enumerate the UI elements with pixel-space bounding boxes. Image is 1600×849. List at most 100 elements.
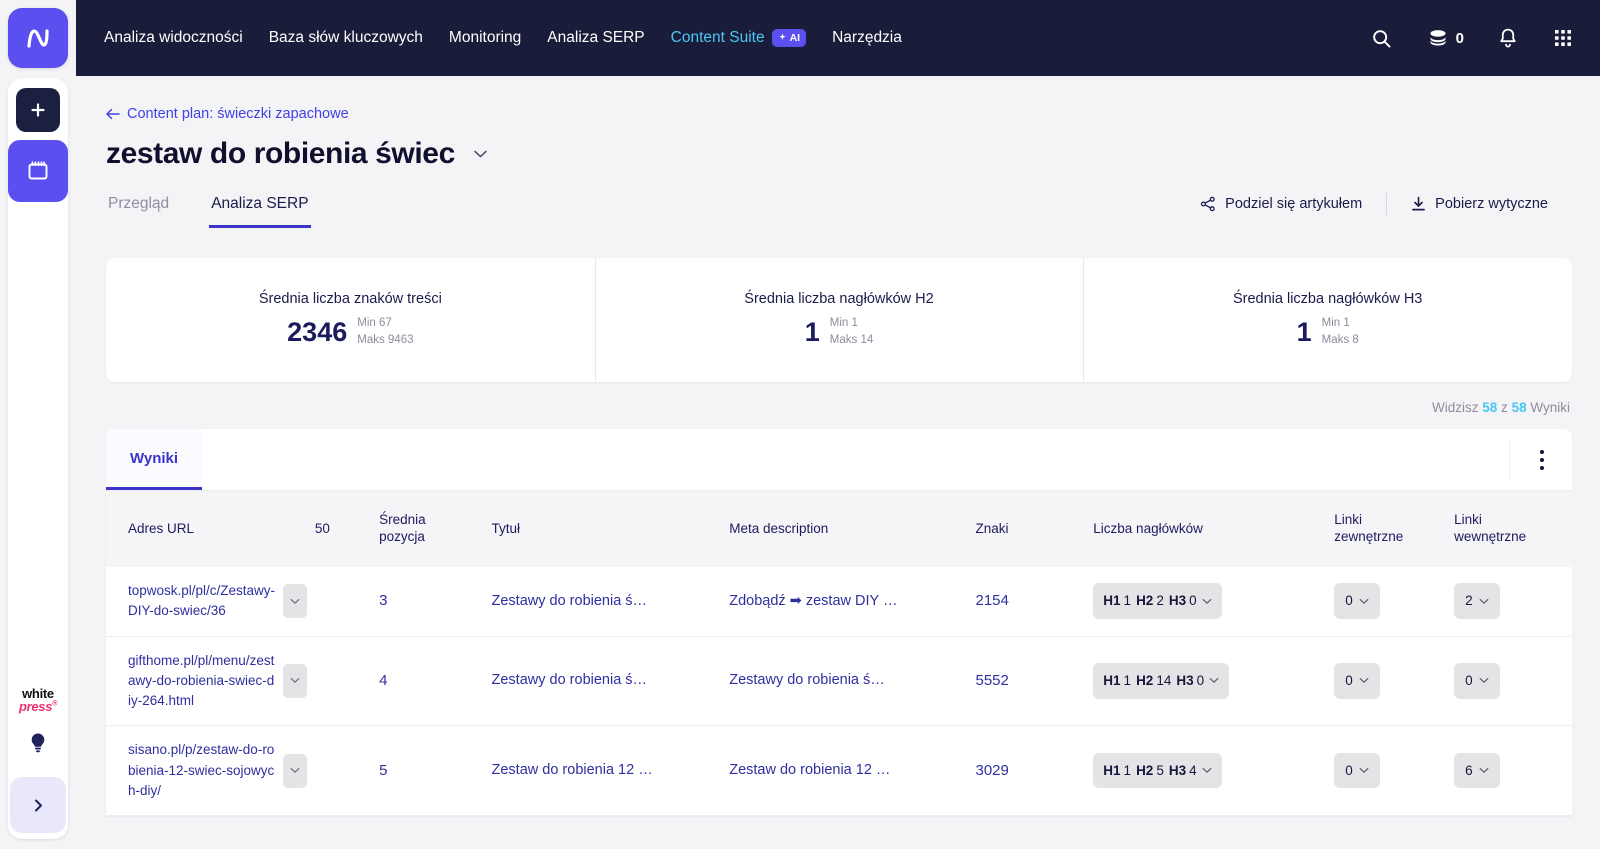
cell-links-internal: 2 xyxy=(1454,567,1572,637)
row-links-external-chip[interactable]: 0 xyxy=(1334,583,1380,620)
row-url-link[interactable]: gifthome.pl/pl/menu/zestawy-do-robienia-… xyxy=(128,651,277,712)
cell-url: gifthome.pl/pl/menu/zestawy-do-robienia-… xyxy=(106,636,315,727)
tips-button[interactable] xyxy=(27,731,49,755)
row-headings-chip[interactable]: H1 1 H2 14 H3 0 xyxy=(1093,663,1230,699)
download-guidelines-button[interactable]: Pobierz wytyczne xyxy=(1387,196,1572,212)
col-position-line1: Średnia xyxy=(379,512,426,528)
row-url-link[interactable]: topwosk.pl/pl/c/Zestawy-DIY-do-swiec/36 xyxy=(128,581,277,622)
share-article-button[interactable]: Podziel się artykułem xyxy=(1176,196,1386,212)
cell-headings: H1 1 H2 2 H3 0 xyxy=(1093,567,1335,637)
cell-meta: Zdobądź ➡ zestaw DIY … xyxy=(729,567,976,637)
chevron-down-icon xyxy=(1202,598,1212,605)
title-dropdown-button[interactable] xyxy=(473,149,488,159)
row-url-expand-button[interactable] xyxy=(282,663,307,698)
credits-count: 0 xyxy=(1455,29,1464,47)
apps-grid-button[interactable] xyxy=(1552,27,1574,49)
h3-label: H3 xyxy=(1168,762,1187,778)
col-links-internal-line1: Linki xyxy=(1454,512,1482,528)
add-new-button[interactable] xyxy=(16,88,60,132)
row-meta-description[interactable]: Zestawy do robienia ś… xyxy=(729,670,967,691)
coins-icon xyxy=(1430,30,1446,46)
row-links-external-count: 0 xyxy=(1345,762,1353,778)
breadcrumb[interactable]: Content plan: świeczki zapachowe xyxy=(106,106,349,122)
expand-sidebar-button[interactable] xyxy=(10,777,66,833)
chevron-down-icon xyxy=(1209,677,1219,684)
cell-headings: H1 1 H2 5 H3 4 xyxy=(1093,725,1335,816)
nav-item-narzedzia[interactable]: Narzędzia xyxy=(832,29,902,47)
tab-analiza-serp[interactable]: Analiza SERP xyxy=(209,189,311,228)
row-url-link[interactable]: sisano.pl/p/zestaw-do-robienia-12-swiec-… xyxy=(128,740,277,801)
app-logo[interactable] xyxy=(8,8,68,68)
page-content: Content plan: świeczki zapachowe zestaw … xyxy=(76,76,1600,849)
h1-label: H1 xyxy=(1103,673,1121,689)
results-table-body: topwosk.pl/pl/c/Zestawy-DIY-do-swiec/36 … xyxy=(106,567,1572,816)
chevron-down-icon xyxy=(290,598,300,604)
chevron-down-icon xyxy=(1202,767,1212,774)
stat-label: Średnia liczba nagłówków H2 xyxy=(744,291,934,308)
credits-button[interactable]: 0 xyxy=(1426,28,1464,48)
h1-label: H1 xyxy=(1103,593,1121,609)
row-title[interactable]: Zestawy do robienia ś… xyxy=(492,670,722,691)
cell-title: Zestawy do robienia ś… xyxy=(491,567,730,637)
nav-item-monitoring[interactable]: Monitoring xyxy=(449,29,521,47)
table-row: topwosk.pl/pl/c/Zestawy-DIY-do-swiec/36 … xyxy=(106,567,1572,637)
panel-menu-wrap xyxy=(1509,439,1572,480)
h3-count: 4 xyxy=(1189,762,1197,778)
table-row: sisano.pl/p/zestaw-do-robienia-12-swiec-… xyxy=(106,725,1572,816)
row-position: 5 xyxy=(379,761,388,779)
row-links-internal-count: 0 xyxy=(1465,673,1473,689)
col-meta[interactable]: Meta description xyxy=(729,491,976,567)
row-chars: 5552 xyxy=(975,671,1009,689)
chevron-down-icon xyxy=(474,150,487,158)
row-url-expand-button[interactable] xyxy=(282,584,307,619)
stat-value: 1 xyxy=(1296,316,1312,347)
grid-apps-icon xyxy=(1555,30,1571,46)
search-button[interactable] xyxy=(1371,28,1392,49)
stat-card-avg-h3: Średnia liczba nagłówków H3 1 Min 1 Maks… xyxy=(1083,258,1572,382)
row-meta-description[interactable]: Zestaw do robienia 12 … xyxy=(729,760,967,781)
notifications-button[interactable] xyxy=(1498,27,1518,49)
nav-item-analiza-serp[interactable]: Analiza SERP xyxy=(547,29,644,47)
nav-item-analiza-widocznosci[interactable]: Analiza widoczności xyxy=(104,29,243,47)
primary-nav: Analiza widoczności Baza słów kluczowych… xyxy=(104,28,902,47)
tab-przeglad[interactable]: Przegląd xyxy=(106,189,171,225)
col-links-internal[interactable]: Linki wewnętrzne xyxy=(1454,491,1572,567)
row-title[interactable]: Zestaw do robienia 12 … xyxy=(492,760,722,781)
rail-panel: white press® xyxy=(8,78,68,839)
sidebar-item-content-plan[interactable] xyxy=(8,140,68,202)
cell-meta: Zestawy do robienia ś… xyxy=(729,636,976,727)
col-headings[interactable]: Liczba nagłówków xyxy=(1093,491,1335,567)
col-url[interactable]: Adres URL xyxy=(106,491,315,567)
stat-value: 2346 xyxy=(287,316,348,347)
chevron-down-icon xyxy=(1359,677,1369,684)
row-title[interactable]: Zestawy do robienia ś… xyxy=(492,591,722,612)
row-meta-description[interactable]: Zdobądź ➡ zestaw DIY … xyxy=(729,591,967,612)
cell-chars: 2154 xyxy=(975,567,1094,637)
tab-wyniki[interactable]: Wyniki xyxy=(106,429,203,490)
chevron-down-icon xyxy=(290,768,300,773)
col-chars[interactable]: Znaki xyxy=(975,491,1094,567)
row-links-internal-chip[interactable]: 6 xyxy=(1454,752,1500,789)
col-position[interactable]: Średnia pozycja xyxy=(379,491,492,567)
nav-item-baza-slow-kluczowych[interactable]: Baza słów kluczowych xyxy=(269,29,423,47)
results-panel: Wyniki Adres URL 50 Średnia pozycja Tytu… xyxy=(106,429,1572,816)
col-links-external[interactable]: Linki zewnętrzne xyxy=(1334,491,1455,567)
stat-label: Średnia liczba znaków treści xyxy=(258,291,442,308)
cell-title: Zestawy do robienia ś… xyxy=(491,636,730,727)
row-links-internal-chip[interactable]: 0 xyxy=(1454,663,1500,699)
col-links-external-line2: zewnętrzne xyxy=(1334,529,1404,544)
row-headings-chip[interactable]: H1 1 H2 2 H3 0 xyxy=(1093,583,1222,620)
panel-tab-bar: Wyniki xyxy=(106,429,1572,491)
row-links-external-chip[interactable]: 0 xyxy=(1334,752,1380,789)
row-links-external-chip[interactable]: 0 xyxy=(1334,663,1380,699)
nav-item-content-suite[interactable]: Content Suite AI xyxy=(671,28,807,47)
kebab-menu-icon[interactable] xyxy=(1536,446,1548,474)
main-area: Analiza widoczności Baza słów kluczowych… xyxy=(76,0,1600,849)
h1-count: 1 xyxy=(1123,762,1132,778)
col-keywords[interactable]: 50 xyxy=(314,491,380,567)
row-links-internal-chip[interactable]: 2 xyxy=(1454,583,1500,620)
col-title[interactable]: Tytuł xyxy=(491,491,730,567)
row-url-expand-button[interactable] xyxy=(282,753,307,788)
stat-label: Średnia liczba nagłówków H3 xyxy=(1232,291,1423,308)
row-headings-chip[interactable]: H1 1 H2 5 H3 4 xyxy=(1093,752,1222,789)
